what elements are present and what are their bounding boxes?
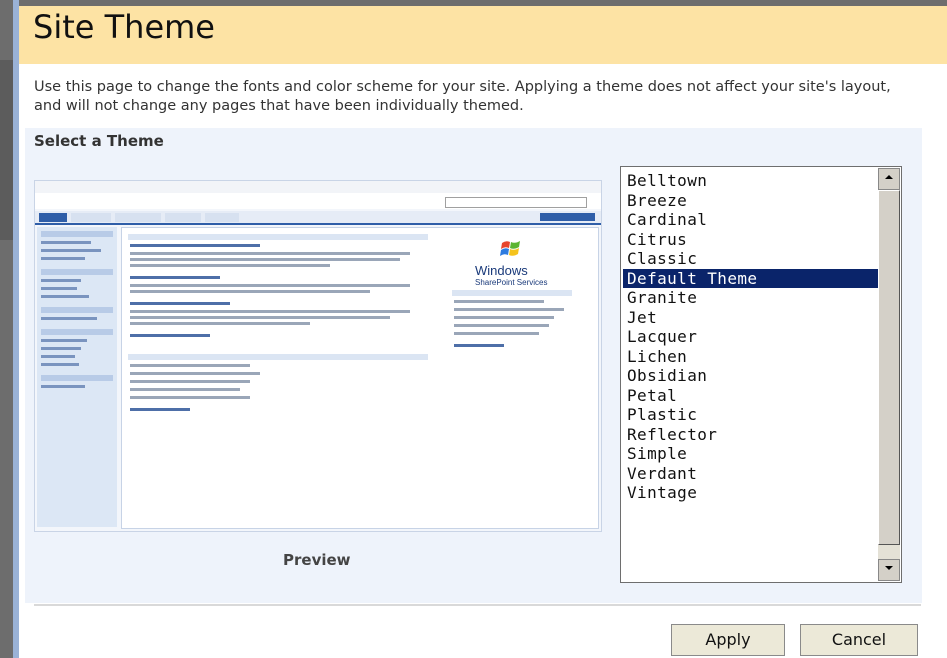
preview-link: [130, 408, 190, 411]
preview-nav-heading: [41, 307, 113, 313]
preview-nav-link: [41, 241, 91, 244]
preview-nav-heading: [41, 329, 113, 335]
preview-webpart-header: [452, 290, 572, 296]
theme-option[interactable]: Simple: [623, 444, 878, 464]
preview-nav-link: [41, 347, 81, 350]
left-accent-bar: [13, 0, 19, 658]
preview-text: [130, 284, 410, 287]
preview-site-actions: [540, 213, 595, 221]
arrow-up-icon: [885, 175, 893, 179]
preview-link: [454, 344, 504, 347]
theme-option[interactable]: Lichen: [623, 347, 878, 367]
scroll-up-button[interactable]: [878, 168, 900, 190]
preview-nav-heading: [41, 231, 113, 237]
preview-text: [454, 324, 549, 327]
preview-link: [130, 302, 230, 305]
preview-webpart-header: [128, 234, 428, 240]
page-description: Use this page to change the fonts and co…: [34, 79, 891, 114]
preview-tab: [71, 213, 111, 222]
theme-option[interactable]: Citrus: [623, 230, 878, 250]
theme-option[interactable]: Vintage: [623, 483, 878, 503]
scroll-down-button[interactable]: [878, 559, 900, 581]
preview-link: [130, 244, 260, 247]
preview-text: [130, 258, 400, 261]
preview-text: [130, 388, 240, 391]
preview-link: [130, 334, 210, 337]
preview-caption: Preview: [283, 551, 351, 569]
preview-nav-link: [41, 355, 75, 358]
preview-search-box: [445, 197, 587, 208]
preview-nav-link: [41, 295, 89, 298]
scroll-thumb[interactable]: [878, 190, 900, 545]
theme-option[interactable]: Lacquer: [623, 327, 878, 347]
theme-option[interactable]: Cardinal: [623, 210, 878, 230]
preview-text: [130, 380, 250, 383]
preview-nav-tabs: [35, 211, 601, 225]
theme-option[interactable]: Granite: [623, 288, 878, 308]
preview-text: [130, 310, 410, 313]
preview-mockup: Windows SharePoint Services: [35, 181, 601, 531]
preview-logo-subtext: SharePoint Services: [475, 278, 548, 287]
preview-text: [130, 316, 390, 319]
listbox-scrollbar[interactable]: [878, 168, 900, 581]
theme-listbox[interactable]: Belltown Breeze Cardinal Citrus Classic …: [620, 166, 902, 583]
preview-tab: [165, 213, 201, 222]
title-bar: Site Theme: [19, 6, 947, 64]
preview-text: [130, 322, 310, 325]
preview-text: [454, 316, 554, 319]
theme-option[interactable]: Belltown: [623, 171, 878, 191]
preview-nav-link: [41, 287, 77, 290]
preview-nav-link: [41, 363, 79, 366]
preview-nav-link: [41, 317, 97, 320]
preview-logo-text: Windows: [475, 263, 528, 278]
preview-nav-link: [41, 339, 87, 342]
preview-text: [454, 308, 564, 311]
theme-option[interactable]: Classic: [623, 249, 878, 269]
theme-option[interactable]: Obsidian: [623, 366, 878, 386]
preview-text: [130, 264, 330, 267]
preview-text: [130, 372, 260, 375]
left-gray-block: [0, 60, 13, 240]
page-title: Site Theme: [33, 8, 215, 46]
preview-left-nav: [37, 227, 117, 527]
apply-button[interactable]: Apply: [671, 624, 785, 656]
theme-preview-image: Windows SharePoint Services: [34, 180, 602, 532]
windows-flag-icon: [500, 241, 520, 256]
theme-option[interactable]: Jet: [623, 308, 878, 328]
preview-topbar: [35, 181, 601, 193]
preview-webpart-header: [128, 354, 428, 360]
preview-nav-link: [41, 249, 101, 252]
theme-option[interactable]: Verdant: [623, 464, 878, 484]
preview-tab: [115, 213, 161, 222]
preview-tab: [39, 213, 67, 222]
preview-nav-link: [41, 257, 85, 260]
preview-nav-link: [41, 385, 85, 388]
section-label: Select a Theme: [34, 132, 164, 150]
preview-nav-link: [41, 279, 81, 282]
preview-text: [454, 332, 539, 335]
preview-text: [130, 290, 370, 293]
preview-text: [130, 396, 250, 399]
theme-option[interactable]: Reflector: [623, 425, 878, 445]
preview-text: [130, 364, 250, 367]
theme-option-selected[interactable]: Default Theme: [623, 268, 878, 288]
theme-option[interactable]: Petal: [623, 386, 878, 406]
theme-option[interactable]: Breeze: [623, 191, 878, 211]
preview-tab: [205, 213, 239, 222]
cancel-button[interactable]: Cancel: [800, 624, 918, 656]
theme-option[interactable]: Plastic: [623, 405, 878, 425]
arrow-down-icon: [885, 566, 893, 570]
preview-text: [130, 252, 410, 255]
preview-link: [130, 276, 220, 279]
preview-nav-heading: [41, 375, 113, 381]
preview-text: [454, 300, 544, 303]
divider: [34, 604, 921, 606]
preview-nav-heading: [41, 269, 113, 275]
